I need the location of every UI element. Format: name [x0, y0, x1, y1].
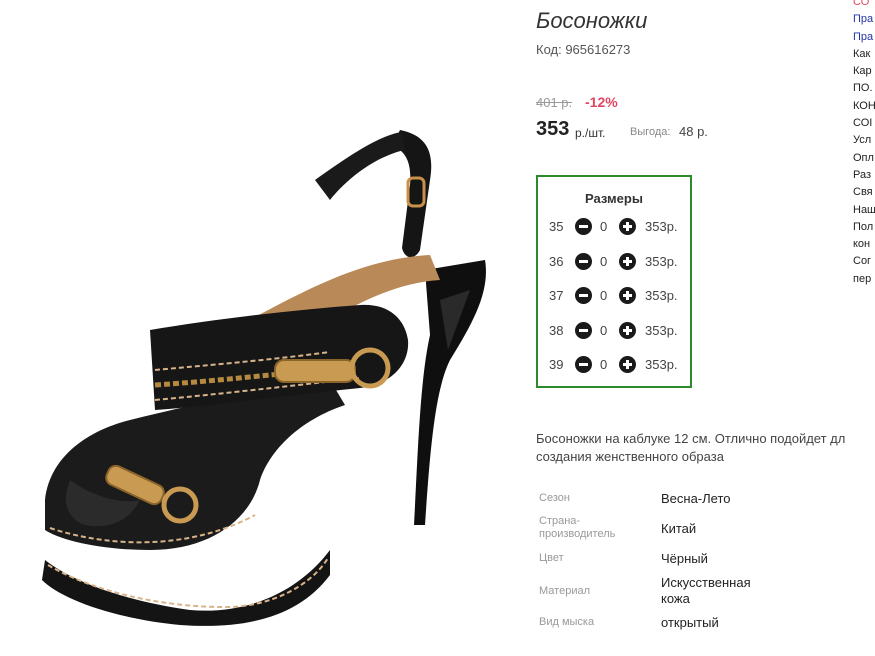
- attr-label-text: Вид мыска: [539, 616, 595, 628]
- attr-label-text: производитель: [539, 528, 616, 540]
- sizes-panel: Размеры 35 0 353р. 36 0 353р. 37 0 353р.…: [536, 175, 692, 388]
- product-title: Босоножки: [536, 8, 648, 33]
- minus-circle-icon[interactable]: [575, 356, 592, 373]
- minus-circle-icon[interactable]: [575, 322, 592, 339]
- attr-label-text: Цвет: [539, 552, 564, 564]
- side-link[interactable]: Кар: [853, 63, 875, 80]
- size-row: 35 0 353р.: [538, 216, 690, 238]
- benefit-value: 48 р.: [679, 124, 708, 139]
- side-link[interactable]: Как: [853, 46, 875, 63]
- attr-value-text: Китай: [661, 521, 697, 536]
- size-quantity: 0: [600, 254, 608, 269]
- size-row: 39 0 353р.: [538, 354, 690, 376]
- attr-label-material: Материал: [539, 585, 590, 598]
- minus-circle-icon[interactable]: [575, 253, 592, 270]
- size-row: 37 0 353р.: [538, 285, 690, 307]
- attr-value-text: открытый: [661, 615, 719, 630]
- attr-label-country: Страна- производитель: [539, 515, 615, 541]
- side-link[interactable]: Пра: [853, 11, 875, 28]
- plus-circle-icon[interactable]: [619, 287, 636, 304]
- attr-label-text: Материал: [539, 585, 590, 597]
- attr-value-season: Весна-Лето: [661, 491, 731, 507]
- plus-circle-icon[interactable]: [619, 253, 636, 270]
- price-unit: р./шт.: [575, 126, 606, 140]
- plus-circle-icon[interactable]: [619, 356, 636, 373]
- attr-value-toe: открытый: [661, 615, 719, 631]
- side-link[interactable]: Раз: [853, 167, 875, 184]
- attr-label-text: Сезон: [539, 492, 570, 504]
- side-link[interactable]: СОІ: [853, 115, 875, 132]
- sandal-photo: [42, 130, 486, 626]
- side-link[interactable]: Пра: [853, 29, 875, 46]
- side-link[interactable]: СО: [853, 0, 875, 11]
- minus-circle-icon[interactable]: [575, 287, 592, 304]
- side-link[interactable]: Наш: [853, 202, 875, 219]
- attr-value-material: Искусственная кожа: [661, 575, 751, 607]
- plus-circle-icon[interactable]: [619, 322, 636, 339]
- size-price: 353р.: [645, 219, 678, 234]
- attr-value-country: Китай: [661, 521, 696, 537]
- side-link[interactable]: Усл: [853, 132, 875, 149]
- size-value: 38: [549, 323, 564, 338]
- size-row: 38 0 353р.: [538, 320, 690, 342]
- side-link[interactable]: Свя: [853, 184, 875, 201]
- attr-value-text: Чёрный: [661, 551, 708, 566]
- minus-circle-icon[interactable]: [575, 218, 592, 235]
- side-link[interactable]: пер: [853, 271, 875, 288]
- side-link[interactable]: кон: [853, 236, 875, 253]
- description-line: Босоножки на каблуке 12 см. Отлично подо…: [536, 431, 846, 446]
- size-price: 353р.: [645, 357, 678, 372]
- attr-value-color: Чёрный: [661, 551, 708, 567]
- product-code: Код: 965616273: [536, 42, 631, 57]
- side-link[interactable]: ПО.: [853, 80, 875, 97]
- side-links-column: СО Пра Пра Как Кар ПО. КОН СОІ Усл Опл Р…: [853, 0, 875, 288]
- size-value: 39: [549, 357, 564, 372]
- attr-value-text: кожа: [661, 591, 690, 606]
- size-value: 36: [549, 254, 564, 269]
- attr-label-color: Цвет: [539, 552, 564, 565]
- sizes-title: Размеры: [585, 191, 643, 206]
- product-image[interactable]: [30, 120, 500, 640]
- product-description: Босоножки на каблуке 12 см. Отлично подо…: [536, 430, 875, 466]
- benefit-label: Выгода:: [630, 126, 671, 138]
- side-link[interactable]: Пол: [853, 219, 875, 236]
- size-price: 353р.: [645, 254, 678, 269]
- side-link[interactable]: Опл: [853, 150, 875, 167]
- size-row: 36 0 353р.: [538, 251, 690, 273]
- size-price: 353р.: [645, 288, 678, 303]
- size-quantity: 0: [600, 323, 608, 338]
- size-quantity: 0: [600, 219, 608, 234]
- attr-label-text: Страна-: [539, 515, 581, 527]
- size-value: 35: [549, 219, 564, 234]
- attr-label-toe: Вид мыска: [539, 616, 594, 629]
- discount-badge: -12%: [585, 94, 618, 110]
- side-link[interactable]: КОН: [853, 98, 875, 115]
- plus-circle-icon[interactable]: [619, 218, 636, 235]
- size-quantity: 0: [600, 288, 608, 303]
- attr-value-text: Весна-Лето: [661, 491, 731, 506]
- size-quantity: 0: [600, 357, 608, 372]
- current-price: 353: [536, 118, 570, 140]
- side-link[interactable]: Сог: [853, 253, 875, 270]
- size-price: 353р.: [645, 323, 678, 338]
- attr-label-season: Сезон: [539, 492, 570, 505]
- description-line: создания женственного образа: [536, 449, 724, 464]
- size-value: 37: [549, 288, 564, 303]
- attr-value-text: Искусственная: [661, 575, 751, 590]
- old-price: 401 р.: [536, 95, 573, 110]
